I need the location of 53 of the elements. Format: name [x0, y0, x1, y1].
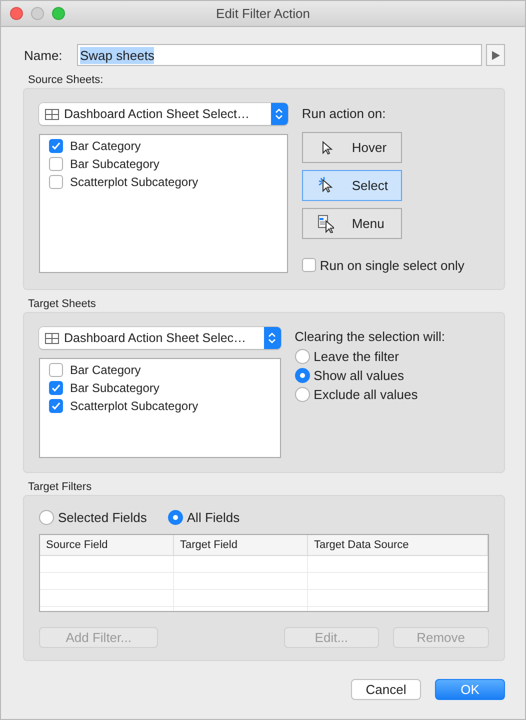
table-icon — [45, 108, 59, 120]
radio-button[interactable] — [294, 349, 310, 364]
cursor-click-icon — [318, 176, 334, 194]
section-label: Source Sheets: — [28, 74, 104, 86]
column-header[interactable]: Source Field — [40, 535, 174, 555]
checkbox-label: Run on single select only — [320, 258, 464, 272]
radio-label: Exclude all values — [314, 387, 418, 402]
minimize-icon[interactable] — [31, 7, 44, 20]
action-trigger-button[interactable]: Hover — [302, 132, 402, 163]
sheet-name: Bar Category — [70, 139, 141, 153]
stepper-icon — [270, 103, 288, 125]
checkbox[interactable] — [49, 175, 63, 189]
action-trigger-button[interactable]: Menu — [302, 208, 402, 239]
radio-label: All Fields — [186, 510, 240, 525]
radio-button[interactable] — [168, 510, 183, 525]
menu-cursor-icon — [318, 214, 334, 232]
column-header[interactable]: Target Field — [174, 535, 308, 555]
radio-button[interactable] — [294, 368, 310, 383]
radio-label: Selected Fields — [58, 510, 147, 525]
dialog-button[interactable]: Cancel — [351, 679, 421, 700]
name-label: Name: — [23, 48, 64, 62]
play-icon — [492, 50, 500, 60]
checkbox[interactable] — [49, 363, 63, 377]
name-field[interactable]: Swap sheets — [77, 44, 482, 66]
zoom-icon[interactable] — [52, 7, 65, 20]
clearing-label: Clearing the selection will: — [294, 329, 446, 344]
arrow-button[interactable] — [486, 44, 505, 66]
checkbox[interactable] — [49, 399, 63, 413]
sheet-name: Bar Category — [70, 363, 141, 377]
sheet-name: Scatterplot Subcategory — [70, 399, 198, 413]
sheet-name: Bar Subcategory — [70, 381, 160, 395]
sheet-name: Scatterplot Subcategory — [70, 175, 198, 189]
check-icon — [51, 141, 61, 151]
radio-label: Show all values — [314, 368, 404, 383]
table-icon — [45, 332, 59, 344]
window-title: Edit Filter Action — [216, 6, 310, 21]
radio-button[interactable] — [294, 387, 310, 402]
radio-button[interactable] — [39, 510, 54, 525]
sheet-dropdown[interactable]: Dashboard Action Sheet Select… — [39, 103, 288, 125]
section-label: Target Filters — [28, 481, 93, 493]
section-label: Target Sheets — [28, 298, 97, 310]
sheet-dropdown[interactable]: Dashboard Action Sheet Selec… — [39, 327, 281, 349]
run-action-label: Run action on: — [302, 106, 387, 121]
sheet-name: Bar Subcategory — [70, 157, 160, 171]
checkbox[interactable] — [302, 258, 316, 272]
stepper-icon — [264, 327, 281, 349]
checkbox[interactable] — [49, 381, 63, 395]
checkbox[interactable] — [49, 157, 63, 171]
column-header[interactable]: Target Data Source — [308, 535, 488, 555]
close-icon[interactable] — [10, 7, 23, 20]
checkbox[interactable] — [49, 139, 63, 153]
radio-label: Leave the filter — [314, 349, 399, 364]
action-trigger-button[interactable]: Select — [302, 170, 402, 201]
